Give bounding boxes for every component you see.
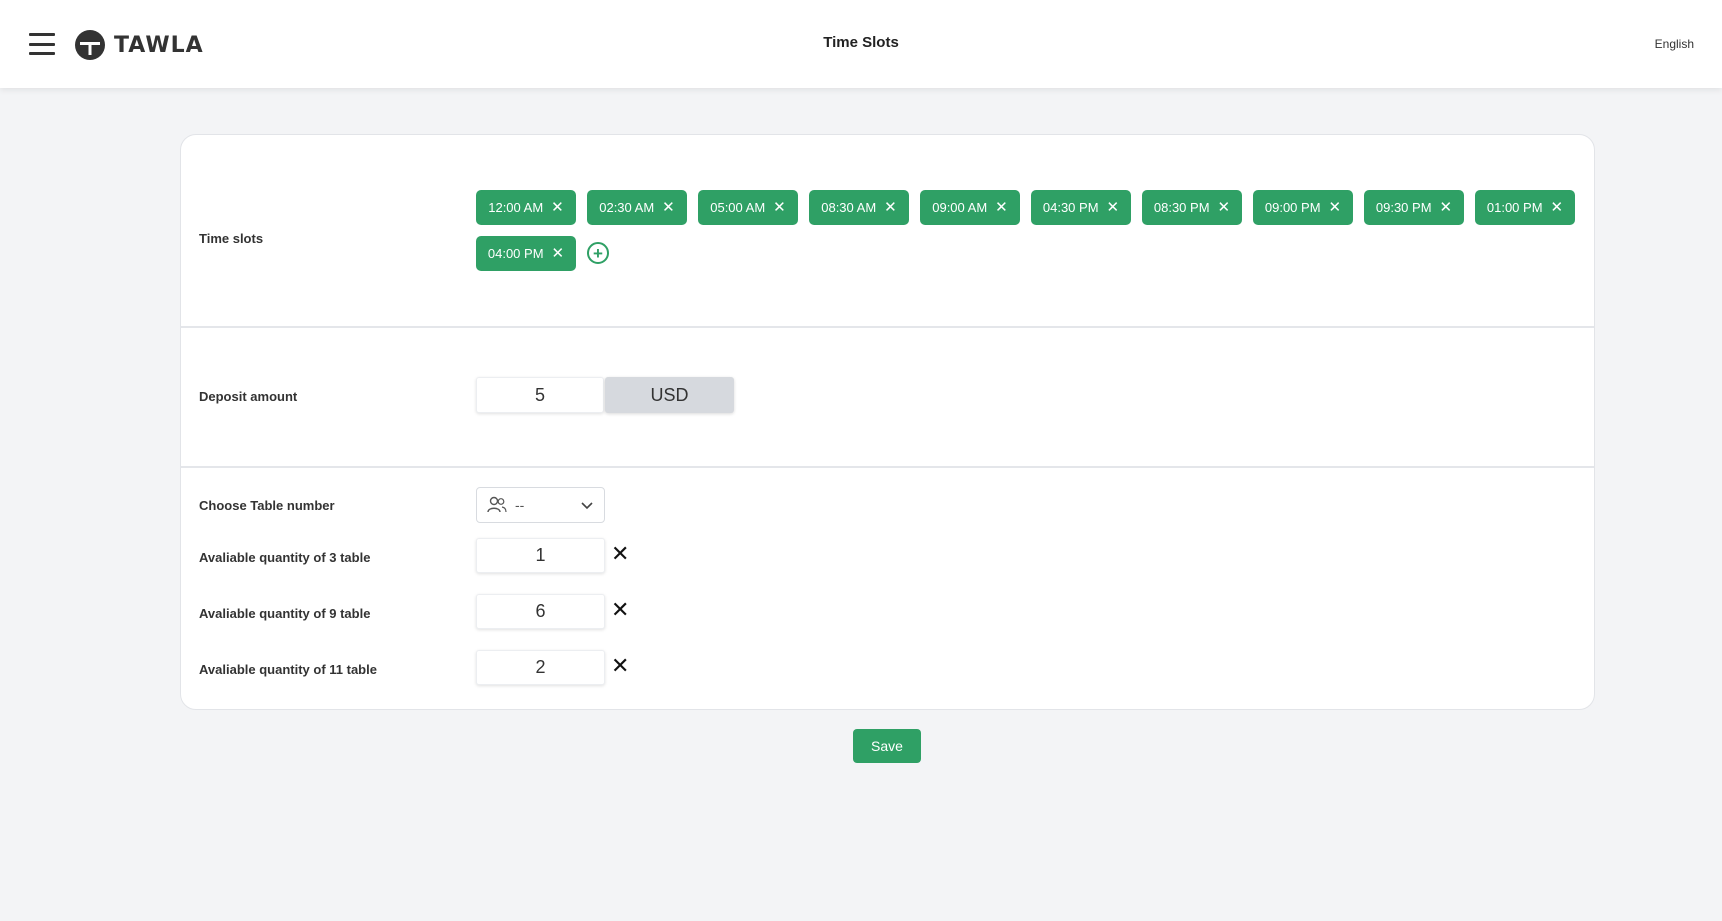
users-icon: [487, 496, 507, 513]
time-slot-text: 01:00 PM: [1486, 200, 1543, 215]
time-slot-text: 04:00 PM: [487, 246, 544, 261]
time-slot-chip[interactable]: 08:30 PM ✕: [1142, 190, 1242, 225]
remove-slot-icon[interactable]: ✕: [1107, 200, 1120, 215]
remove-slot-icon[interactable]: ✕: [773, 200, 786, 215]
quantity-label: Avaliable quantity of 9 table: [199, 606, 371, 621]
quantity-input[interactable]: [476, 538, 605, 573]
page-title: Time Slots: [823, 34, 899, 51]
time-slot-chip[interactable]: 05:00 AM ✕: [698, 190, 798, 225]
settings-card: Time slots 12:00 AM ✕ 02:30 AM ✕ 05:00 A…: [180, 134, 1595, 710]
deposit-label: Deposit amount: [199, 389, 298, 404]
time-slot-chip[interactable]: 09:30 PM ✕: [1364, 190, 1464, 225]
time-slot-chip[interactable]: 01:00 PM ✕: [1475, 190, 1575, 225]
save-button[interactable]: Save: [853, 729, 921, 763]
remove-quantity-icon[interactable]: ✕: [611, 655, 629, 677]
remove-slot-icon[interactable]: ✕: [1440, 200, 1453, 215]
quantity-input[interactable]: [476, 650, 605, 685]
remove-slot-icon[interactable]: ✕: [1329, 200, 1342, 215]
time-slot-text: 02:30 AM: [599, 200, 655, 215]
remove-slot-icon[interactable]: ✕: [995, 200, 1008, 215]
remove-slot-icon[interactable]: ✕: [1551, 200, 1564, 215]
time-slot-chip[interactable]: 09:00 AM ✕: [920, 190, 1020, 225]
time-slot-chip[interactable]: 12:00 AM ✕: [476, 190, 576, 225]
tables-section: Choose Table number -- Avaliable quantit…: [181, 468, 1594, 709]
time-slot-chip[interactable]: 02:30 AM ✕: [587, 190, 687, 225]
add-time-slot-icon[interactable]: +: [587, 242, 609, 264]
quantity-input[interactable]: [476, 594, 605, 629]
remove-quantity-icon[interactable]: ✕: [611, 543, 629, 565]
time-slot-text: 04:30 PM: [1042, 200, 1099, 215]
time-slot-chip[interactable]: 04:30 PM ✕: [1031, 190, 1131, 225]
time-slot-chip[interactable]: 08:30 AM ✕: [809, 190, 909, 225]
quantity-label: Avaliable quantity of 3 table: [199, 550, 371, 565]
chevron-down-icon: [581, 502, 593, 510]
time-slot-text: 05:00 AM: [710, 200, 766, 215]
time-slot-chip[interactable]: 09:00 PM ✕: [1253, 190, 1353, 225]
remove-slot-icon[interactable]: ✕: [662, 200, 675, 215]
quantity-label: Avaliable quantity of 11 table: [199, 662, 377, 677]
time-slot-text: 12:00 AM: [488, 200, 544, 215]
remove-slot-icon[interactable]: ✕: [551, 200, 564, 215]
time-slots-section: Time slots 12:00 AM ✕ 02:30 AM ✕ 05:00 A…: [181, 135, 1594, 328]
time-slot-text: 09:00 PM: [1264, 200, 1321, 215]
top-bar: TAWLA Time Slots English: [0, 0, 1722, 88]
time-slot-text: 08:30 PM: [1153, 200, 1210, 215]
remove-slot-icon[interactable]: ✕: [884, 200, 897, 215]
language-selector[interactable]: English: [1655, 37, 1694, 51]
time-slot-text: 09:00 AM: [932, 200, 988, 215]
time-slot-chip[interactable]: 04:00 PM ✕: [476, 236, 576, 271]
choose-table-label: Choose Table number: [199, 498, 335, 513]
time-slot-text: 08:30 AM: [821, 200, 877, 215]
time-slot-list: 12:00 AM ✕ 02:30 AM ✕ 05:00 AM ✕ 08:30 A…: [476, 190, 1586, 271]
table-select-value: --: [515, 497, 525, 513]
remove-slot-icon[interactable]: ✕: [552, 246, 565, 261]
remove-quantity-icon[interactable]: ✕: [611, 599, 629, 621]
currency-selector[interactable]: USD: [605, 377, 734, 413]
deposit-amount-input[interactable]: [476, 377, 604, 413]
remove-slot-icon[interactable]: ✕: [1218, 200, 1231, 215]
time-slots-label: Time slots: [199, 231, 264, 246]
table-number-select[interactable]: --: [476, 487, 605, 523]
time-slot-text: 09:30 PM: [1375, 200, 1432, 215]
deposit-section: Deposit amount USD: [181, 328, 1594, 468]
